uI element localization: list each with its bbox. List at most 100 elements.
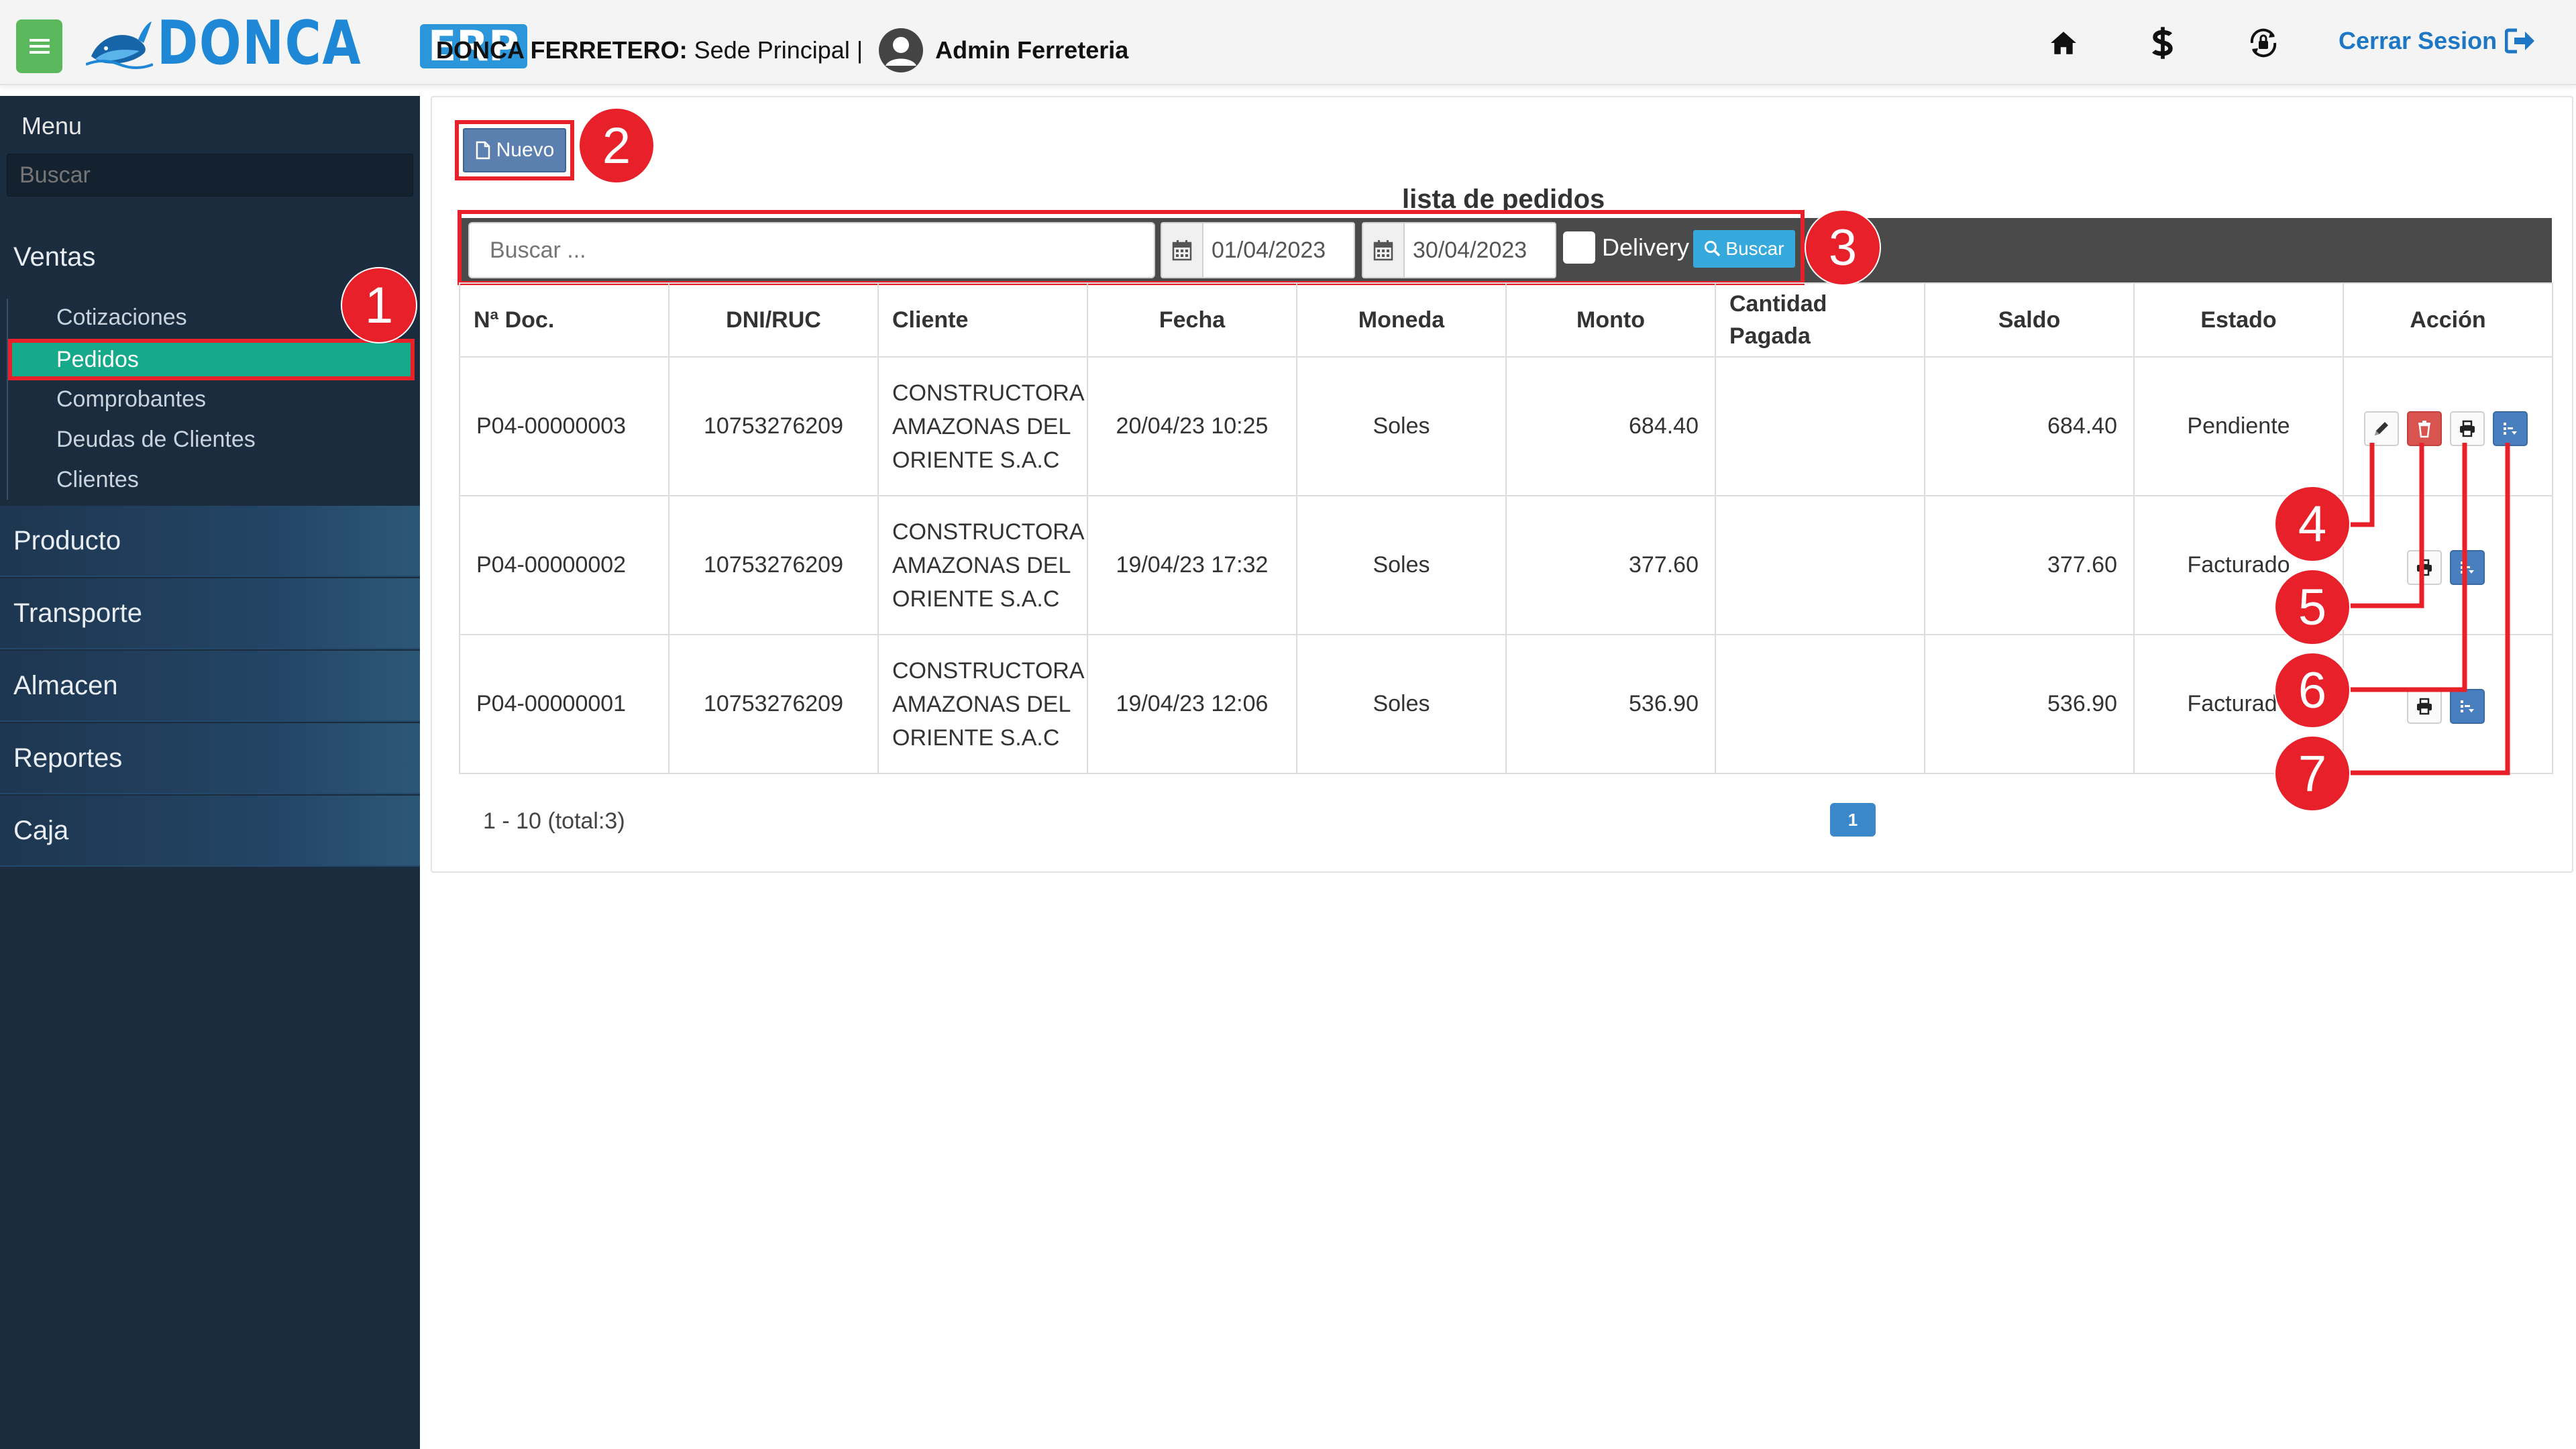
sign-out-icon: [2505, 28, 2535, 54]
table-header-row: Nª Doc. DNI/RUC Cliente Fecha Moneda Mon…: [459, 282, 2553, 358]
cell-balance: 377.60: [1924, 495, 2135, 635]
main-panel: Nuevo lista de pedidos 01/04/2023 30/04/…: [431, 96, 2573, 873]
cell-actions: [2343, 356, 2553, 496]
pagination-info: 1 - 10 (total:3): [483, 808, 625, 834]
menu-toggle-button[interactable]: [16, 19, 62, 73]
annotation-callout-7: 7: [2275, 737, 2349, 810]
pencil-icon: [2375, 422, 2388, 435]
sidebar-item-clientes[interactable]: Clientes: [8, 461, 415, 498]
app-logo[interactable]: DONCA ERP: [86, 7, 527, 78]
lock-refresh-icon: [2250, 28, 2277, 58]
print-button[interactable]: [2450, 411, 2485, 446]
site-name: Sede Principal |: [687, 36, 870, 64]
printer-icon: [2460, 420, 2475, 437]
edit-button[interactable]: [2364, 411, 2399, 446]
company-name: DONCA FERRETERO:: [436, 36, 688, 64]
table-row[interactable]: P04-00000002 10753276209 CONSTRUCTORA AM…: [459, 495, 2553, 635]
col-header-action: Acción: [2343, 282, 2553, 358]
cell-currency: Soles: [1296, 634, 1507, 774]
cell-amount: 377.60: [1505, 495, 1716, 635]
brand-name: DONCA: [157, 7, 362, 78]
printer-icon: [2417, 698, 2432, 715]
sidebar-section-producto[interactable]: Producto: [0, 506, 420, 577]
cell-client: CONSTRUCTORA AMAZONAS DEL ORIENTE S.A.C: [877, 356, 1088, 496]
file-icon: [476, 141, 490, 160]
list-options-icon: [2461, 561, 2474, 574]
table-row[interactable]: P04-00000003 10753276209 CONSTRUCTORA AM…: [459, 356, 2553, 496]
cell-status: Pendiente: [2133, 356, 2344, 496]
list-options-icon: [2461, 700, 2474, 712]
col-header-ruc[interactable]: DNI/RUC: [668, 282, 879, 358]
cell-doc: P04-00000002: [459, 495, 669, 635]
sidebar-section-reportes[interactable]: Reportes: [0, 723, 420, 794]
col-header-date[interactable]: Fecha: [1087, 282, 1297, 358]
cell-date: 20/04/23 10:25: [1087, 356, 1297, 496]
sidebar-item-deudas-clientes[interactable]: Deudas de Clientes: [8, 421, 415, 458]
top-navbar: DONCA ERP DONCA FERRETERO: Sede Principa…: [0, 0, 2576, 85]
sidebar-section-almacen[interactable]: Almacen: [0, 651, 420, 722]
sidebar-search-input[interactable]: [7, 154, 413, 197]
home-button[interactable]: [2045, 24, 2082, 62]
annotation-callout-3: 3: [1806, 211, 1880, 284]
cell-date: 19/04/23 17:32: [1087, 495, 1297, 635]
new-order-button[interactable]: Nuevo: [463, 128, 566, 172]
delete-button[interactable]: [2407, 411, 2442, 446]
sidebar-section-transporte[interactable]: Transporte: [0, 578, 420, 649]
cell-actions: [2343, 495, 2553, 635]
cell-client: CONSTRUCTORA AMAZONAS DEL ORIENTE S.A.C: [877, 495, 1088, 635]
new-order-button-highlight: Nuevo: [455, 120, 574, 180]
table-row[interactable]: P04-00000001 10753276209 CONSTRUCTORA AM…: [459, 634, 2553, 774]
sidebar-item-comprobantes[interactable]: Comprobantes: [8, 380, 415, 418]
lock-refresh-button[interactable]: [2245, 24, 2282, 62]
col-header-paid[interactable]: Cantidad Pagada: [1715, 282, 1925, 358]
user-name: Admin Ferreteria: [935, 36, 1129, 64]
col-header-amount[interactable]: Monto: [1505, 282, 1716, 358]
col-header-client[interactable]: Cliente: [877, 282, 1088, 358]
printer-icon: [2417, 559, 2432, 576]
cell-amount: 536.90: [1505, 634, 1716, 774]
annotation-callout-6: 6: [2275, 653, 2349, 727]
cell-balance: 684.40: [1924, 356, 2135, 496]
dollar-icon: [2152, 27, 2173, 59]
finance-button[interactable]: [2144, 24, 2182, 62]
annotation-callout-2: 2: [580, 109, 653, 182]
orders-table: Nª Doc. DNI/RUC Cliente Fecha Moneda Mon…: [459, 282, 2553, 774]
cell-paid: [1715, 634, 1925, 774]
company-info: DONCA FERRETERO: Sede Principal | Admin …: [436, 27, 1128, 74]
sidebar-title: Menu: [21, 112, 83, 140]
menu-icon: [29, 39, 50, 54]
list-options-icon: [2504, 423, 2517, 435]
home-icon: [2051, 32, 2076, 54]
cell-actions: [2343, 634, 2553, 774]
logout-button[interactable]: Cerrar Sesion: [2339, 27, 2536, 55]
options-button[interactable]: [2450, 550, 2485, 585]
annotation-callout-1: 1: [342, 268, 416, 342]
col-header-currency[interactable]: Moneda: [1296, 282, 1507, 358]
cell-doc: P04-00000001: [459, 634, 669, 774]
print-button[interactable]: [2407, 689, 2442, 724]
sidebar-item-pedidos[interactable]: Pedidos: [8, 339, 415, 380]
annotation-callout-4: 4: [2275, 487, 2349, 561]
cell-doc: P04-00000003: [459, 356, 669, 496]
col-header-status[interactable]: Estado: [2133, 282, 2344, 358]
cell-amount: 684.40: [1505, 356, 1716, 496]
options-button[interactable]: [2450, 689, 2485, 724]
options-button[interactable]: [2493, 411, 2528, 446]
cell-currency: Soles: [1296, 356, 1507, 496]
cell-currency: Soles: [1296, 495, 1507, 635]
trash-icon: [2418, 421, 2430, 438]
annotation-callout-5: 5: [2275, 570, 2349, 644]
cell-ruc: 10753276209: [668, 634, 879, 774]
cell-date: 19/04/23 12:06: [1087, 634, 1297, 774]
col-header-doc[interactable]: Nª Doc.: [459, 282, 669, 358]
sidebar-section-caja[interactable]: Caja: [0, 796, 420, 867]
whale-logo-icon: [86, 21, 153, 69]
page-button-1[interactable]: 1: [1830, 803, 1876, 837]
col-header-balance[interactable]: Saldo: [1924, 282, 2135, 358]
cell-client: CONSTRUCTORA AMAZONAS DEL ORIENTE S.A.C: [877, 634, 1088, 774]
print-button[interactable]: [2407, 550, 2442, 585]
filters-highlight: [458, 210, 1805, 285]
cell-balance: 536.90: [1924, 634, 2135, 774]
cell-paid: [1715, 356, 1925, 496]
cell-ruc: 10753276209: [668, 356, 879, 496]
